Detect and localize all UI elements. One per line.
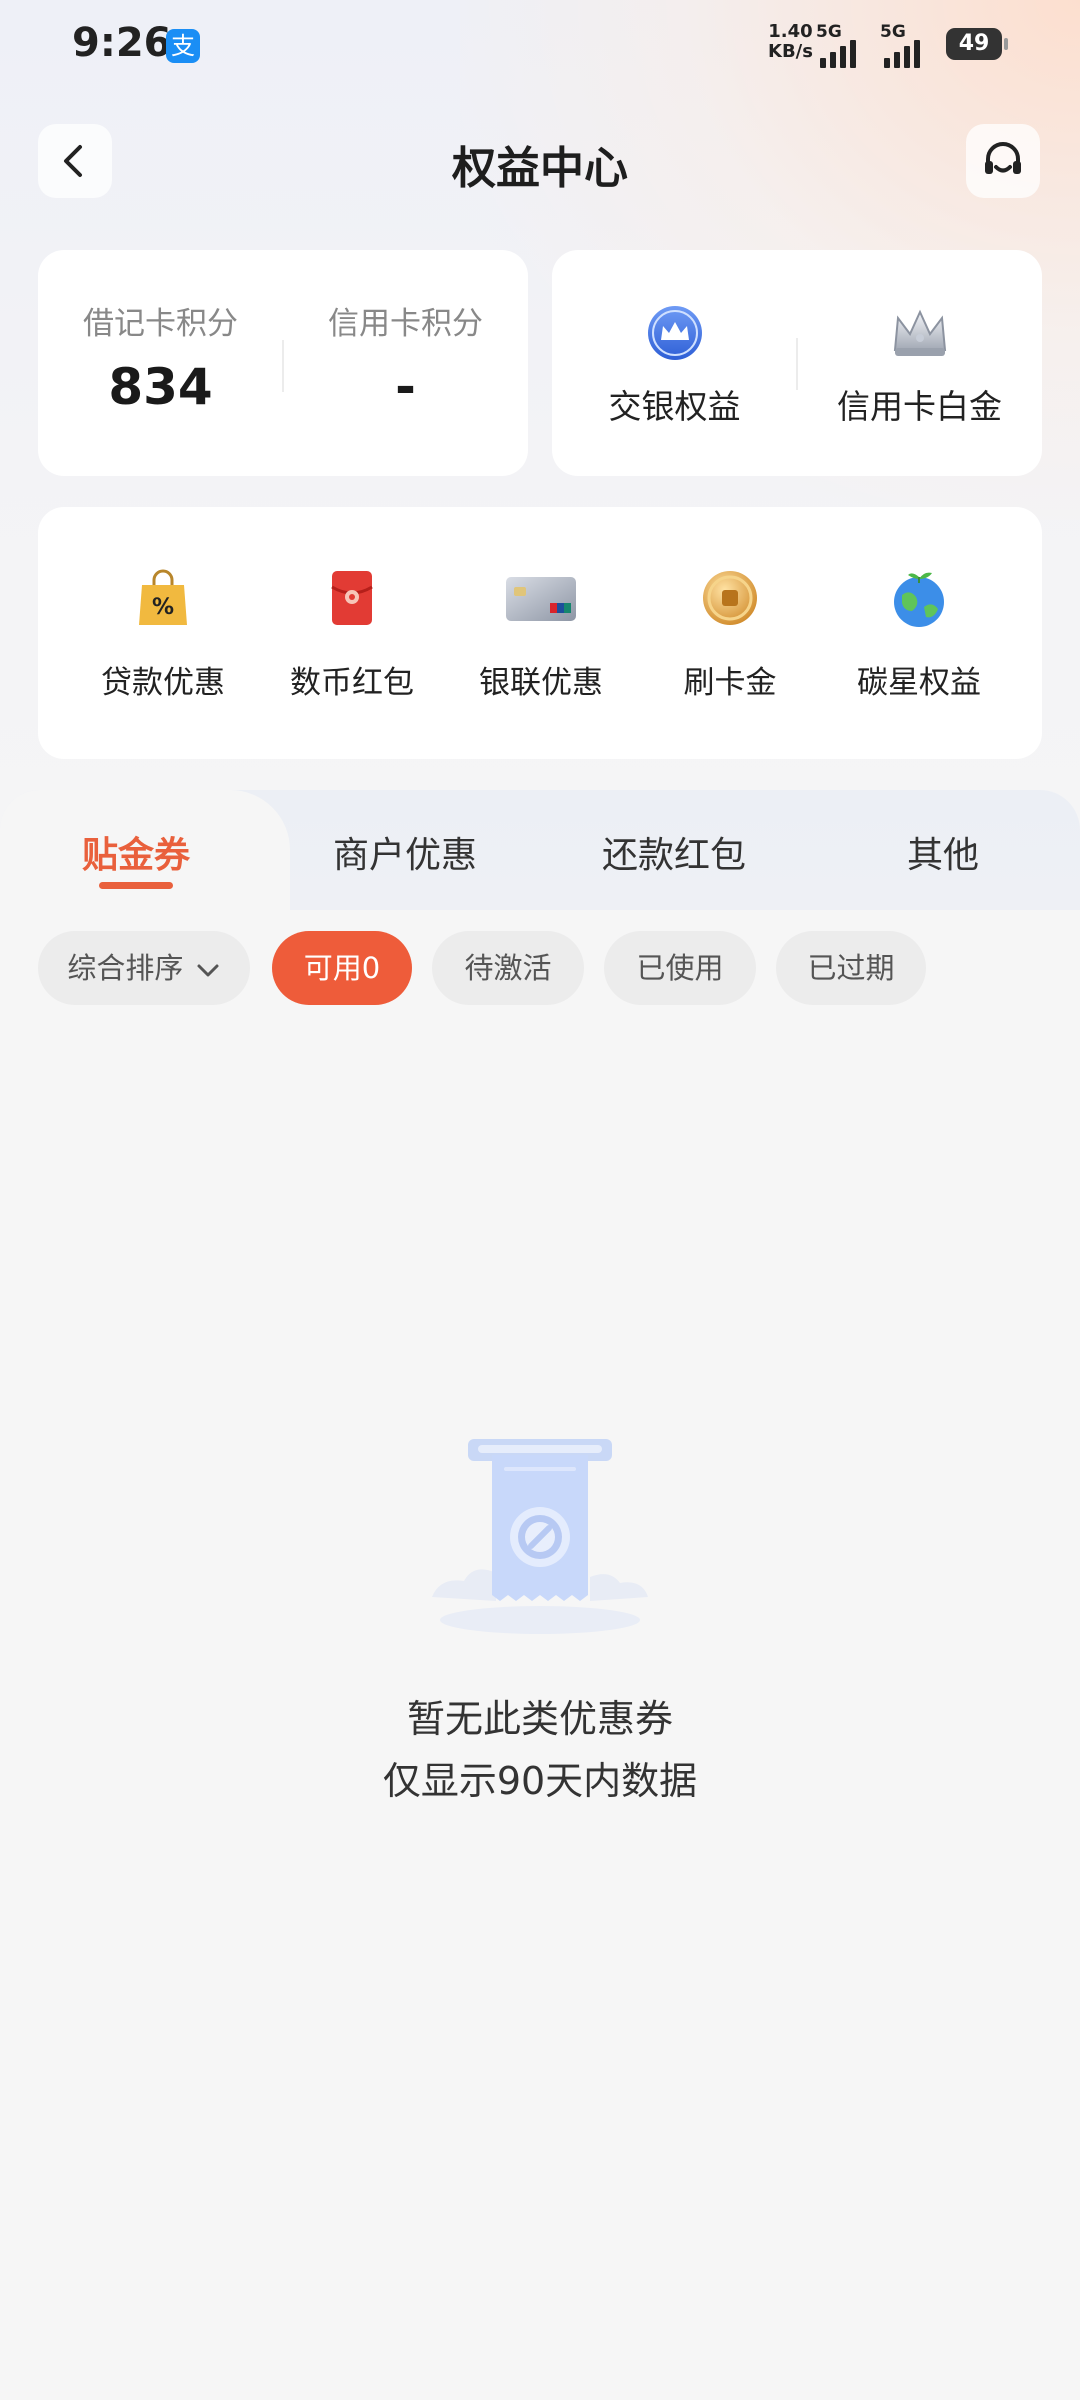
page-title: 权益中心: [452, 143, 628, 194]
debit-points-value: 834: [108, 358, 213, 416]
filter-pending-activation[interactable]: 待激活: [432, 931, 584, 1005]
headset-icon: [985, 142, 1021, 174]
benefit-platinum[interactable]: 信用卡白金: [797, 250, 1042, 476]
service-card-gold-label: 刷卡金: [683, 665, 777, 701]
benefit-bocom[interactable]: 交银权益: [552, 250, 797, 476]
status-bar: 9:26 支 1.40 KB/s 5G 5G 49: [0, 0, 1080, 90]
filter-expired[interactable]: 已过期: [776, 931, 926, 1005]
credit-points-value: -: [395, 358, 416, 416]
points-card: 借记卡积分 834 信用卡积分 -: [38, 250, 528, 476]
net-speed-unit: KB/s: [768, 41, 813, 62]
service-card-gold[interactable]: 刷卡金: [635, 507, 825, 759]
signal-2-label: 5G: [880, 22, 906, 42]
chevron-down-icon: [197, 964, 219, 977]
sort-dropdown-label: 综合排序: [67, 951, 184, 985]
tab-merchant-offers[interactable]: 商户优惠: [285, 826, 525, 878]
service-carbon-star[interactable]: 碳星权益: [824, 507, 1014, 759]
service-unionpay-offers-label: 银联优惠: [479, 665, 603, 701]
service-carbon-star-label: 碳星权益: [857, 665, 981, 701]
signal-bars-icon: [884, 40, 920, 68]
alipay-app-icon: 支: [166, 29, 200, 63]
service-digital-red-envelope-label: 数币红包: [290, 665, 414, 701]
battery-indicator: 49: [946, 28, 1008, 60]
service-unionpay-offers[interactable]: 银联优惠: [446, 507, 636, 759]
filter-available[interactable]: 可用0: [272, 931, 412, 1005]
signal-bars-icon: [820, 40, 856, 68]
crown-badge-icon: [648, 306, 702, 360]
debit-points[interactable]: 借记卡积分 834: [38, 250, 283, 476]
shopping-bag-percent-icon: %: [139, 569, 187, 625]
svg-text:%: %: [152, 595, 174, 620]
service-digital-red-envelope[interactable]: 数币红包: [257, 507, 447, 759]
benefit-card: 交银权益 信用卡白金: [552, 250, 1042, 476]
empty-coupon-icon: [432, 1439, 648, 1634]
benefit-platinum-label: 信用卡白金: [837, 387, 1002, 426]
earth-plant-icon: [894, 572, 944, 627]
unionpay-card-icon: [506, 577, 576, 621]
sort-dropdown[interactable]: 综合排序: [38, 931, 250, 1005]
net-speed-value: 1.40: [768, 21, 813, 42]
service-loan-offers[interactable]: % 贷款优惠: [68, 507, 258, 759]
services-card: % 贷款优惠 数币红包 银联优惠 刷卡金 碳星权益: [38, 507, 1042, 759]
signal-1-label: 5G: [816, 22, 842, 42]
benefit-bocom-label: 交银权益: [608, 387, 741, 426]
service-loan-offers-label: 贷款优惠: [101, 665, 225, 701]
tab-other[interactable]: 其他: [823, 826, 1063, 878]
tab-repayment-red-envelope[interactable]: 还款红包: [554, 826, 794, 878]
empty-state-title: 暂无此类优惠券: [406, 1697, 673, 1741]
silver-crown-icon: [893, 309, 947, 356]
empty-state-subtitle: 仅显示90天内数据: [382, 1759, 698, 1803]
status-time: 9:26: [72, 20, 172, 66]
credit-points[interactable]: 信用卡积分 -: [283, 250, 528, 476]
filter-used[interactable]: 已使用: [604, 931, 756, 1005]
red-envelope-icon: [331, 571, 373, 625]
customer-service-button[interactable]: [966, 124, 1040, 198]
coupon-tabbar: 贴金券 商户优惠 还款红包 其他: [0, 790, 1080, 920]
debit-points-label: 借记卡积分: [83, 306, 238, 342]
gold-coin-icon: [703, 571, 757, 625]
tab-cashback-coupons[interactable]: 贴金券: [16, 826, 256, 878]
net-speed: 1.40 KB/s: [768, 22, 813, 62]
active-tab-indicator: [99, 882, 173, 889]
credit-points-label: 信用卡积分: [328, 306, 483, 342]
